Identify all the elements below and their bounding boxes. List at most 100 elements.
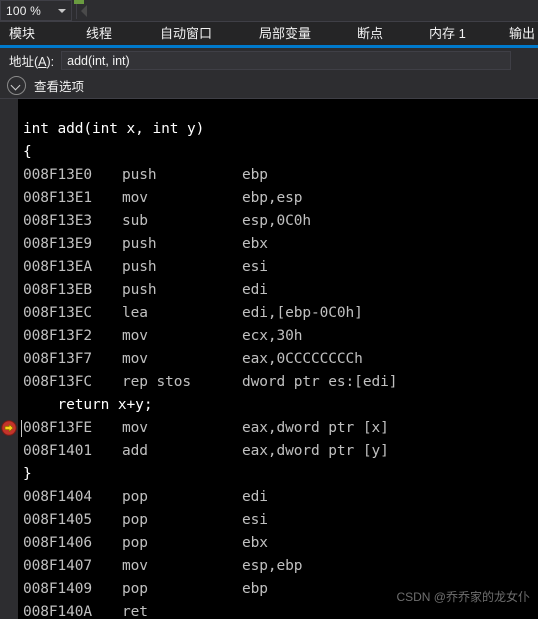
instruction-operands: esp,0C0h bbox=[242, 213, 312, 229]
disassembly-line[interactable]: 008F1405 pop esi bbox=[18, 509, 538, 532]
tab-2[interactable]: 自动窗口 bbox=[160, 22, 212, 45]
instruction-mnemonic: push bbox=[122, 282, 157, 298]
instruction-operands: esp,ebp bbox=[242, 558, 303, 574]
instruction-operands: esi bbox=[242, 259, 268, 275]
disassembly-line[interactable]: 008F13F2 mov ecx,30h bbox=[18, 325, 538, 348]
instruction-operands: esi bbox=[242, 512, 268, 528]
instruction-address: 008F13F2 bbox=[23, 328, 93, 344]
tab-6[interactable]: 输出 bbox=[509, 22, 535, 45]
instruction-mnemonic: push bbox=[122, 167, 157, 183]
instruction-mnemonic: rep stos bbox=[122, 374, 192, 390]
instruction-address: 008F13FE bbox=[23, 420, 93, 436]
address-bar: 地址(A): bbox=[0, 48, 538, 73]
grip-handle-icon[interactable] bbox=[81, 4, 87, 17]
tab-1[interactable]: 线程 bbox=[86, 22, 112, 45]
chevron-down-circle-icon[interactable] bbox=[7, 76, 26, 95]
instruction-address: 008F13F7 bbox=[23, 351, 93, 367]
code-line-list: int add(int x, int y){008F13E0 push ebp 008… bbox=[1, 99, 538, 619]
instruction-address: 008F13E9 bbox=[23, 236, 93, 252]
disassembly-line[interactable]: 008F1401 add eax,dword ptr [y] bbox=[18, 440, 538, 463]
source-line[interactable]: } bbox=[18, 463, 538, 486]
toolbar-accent-marker bbox=[74, 0, 84, 4]
disassembly-code-pane[interactable]: int add(int x, int y){008F13E0 push ebp 008… bbox=[0, 99, 538, 619]
instruction-operands: ebp bbox=[242, 167, 268, 183]
disassembly-line[interactable]: 008F13E9 push ebx bbox=[18, 233, 538, 256]
instruction-mnemonic: pop bbox=[122, 535, 148, 551]
instruction-mnemonic: mov bbox=[122, 190, 148, 206]
address-input[interactable] bbox=[61, 51, 512, 70]
disassembly-line[interactable]: 008F13FC rep stos dword ptr es:[edi] bbox=[18, 371, 538, 394]
instruction-address: 008F13EB bbox=[23, 282, 93, 298]
instruction-mnemonic: push bbox=[122, 259, 157, 275]
instruction-mnemonic: mov bbox=[122, 351, 148, 367]
disassembly-line[interactable]: 008F13EB push edi bbox=[18, 279, 538, 302]
instruction-operands: ebp bbox=[242, 581, 268, 597]
disassembly-line[interactable]: 008F13E1 mov ebp,esp bbox=[18, 187, 538, 210]
tab-5[interactable]: 内存 1 bbox=[429, 22, 466, 45]
zoom-level-combobox[interactable]: 100 % bbox=[0, 0, 72, 21]
instruction-address: 008F1409 bbox=[23, 581, 93, 597]
instruction-address: 008F1401 bbox=[23, 443, 93, 459]
disassembly-line[interactable]: 008F13E3 sub esp,0C0h bbox=[18, 210, 538, 233]
instruction-address: 008F1405 bbox=[23, 512, 93, 528]
instruction-mnemonic: mov bbox=[122, 420, 148, 436]
disassembly-line[interactable]: 008F13EA push esi bbox=[18, 256, 538, 279]
disassembly-line[interactable]: 008F1407 mov esp,ebp bbox=[18, 555, 538, 578]
disassembly-line[interactable]: 008F13F7 mov eax,0CCCCCCCCh bbox=[18, 348, 538, 371]
instruction-mnemonic: ret bbox=[122, 604, 148, 619]
instruction-mnemonic: sub bbox=[122, 213, 148, 229]
tab-0[interactable]: 模块 bbox=[9, 22, 35, 45]
source-line[interactable]: int add(int x, int y) bbox=[18, 118, 538, 141]
instruction-address: 008F13EA bbox=[23, 259, 93, 275]
disassembly-line[interactable]: 008F140A ret bbox=[18, 601, 538, 619]
disassembly-window: 100 % 模块 线程 自动窗口 局部变量 断点 内存 1 输出 地址(A): 查看选项 i… bbox=[0, 0, 538, 619]
debug-tool-tabstrip: 模块 线程 自动窗口 局部变量 断点 内存 1 输出 bbox=[0, 22, 538, 45]
disassembly-line[interactable]: 008F1409 pop ebp bbox=[18, 578, 538, 601]
tab-4[interactable]: 断点 bbox=[357, 22, 383, 45]
chevron-down-icon[interactable] bbox=[58, 8, 66, 13]
instruction-mnemonic: mov bbox=[122, 558, 148, 574]
instruction-mnemonic: add bbox=[122, 443, 148, 459]
instruction-address: 008F140A bbox=[23, 604, 93, 619]
instruction-address: 008F13E0 bbox=[23, 167, 93, 183]
disassembly-line[interactable]: 008F1404 pop edi bbox=[18, 486, 538, 509]
instruction-address: 008F1407 bbox=[23, 558, 93, 574]
disassembly-line[interactable]: 008F13EC lea edi,[ebp-0C0h] bbox=[18, 302, 538, 325]
source-line[interactable]: return x+y; bbox=[18, 394, 538, 417]
breakpoint-gutter[interactable] bbox=[0, 99, 18, 619]
tab-3[interactable]: 局部变量 bbox=[259, 22, 311, 45]
instruction-operands: ecx,30h bbox=[242, 328, 303, 344]
instruction-mnemonic: push bbox=[122, 236, 157, 252]
instruction-operands: ebp,esp bbox=[242, 190, 303, 206]
instruction-operands: eax,dword ptr [x] bbox=[242, 420, 389, 436]
instruction-operands: eax,0CCCCCCCCh bbox=[242, 351, 363, 367]
instruction-address: 008F13FC bbox=[23, 374, 93, 390]
address-label: 地址(A): bbox=[9, 55, 55, 69]
instruction-address: 008F1406 bbox=[23, 535, 93, 551]
instruction-operands: ebx bbox=[242, 535, 268, 551]
source-line[interactable]: { bbox=[18, 141, 538, 164]
instruction-operands: edi bbox=[242, 489, 268, 505]
zoom-level-value: 100 % bbox=[6, 3, 42, 18]
disassembly-line[interactable]: 008F13FE mov eax,dword ptr [x] bbox=[1, 417, 538, 440]
instruction-operands: edi,[ebp-0C0h] bbox=[242, 305, 363, 321]
instruction-address: 008F13E1 bbox=[23, 190, 93, 206]
instruction-operands: dword ptr es:[edi] bbox=[242, 374, 398, 390]
toolbar-divider bbox=[76, 2, 77, 19]
breakpoint-instruction-pointer-icon[interactable] bbox=[1, 420, 17, 436]
instruction-mnemonic: pop bbox=[122, 512, 148, 528]
instruction-address: 008F1404 bbox=[23, 489, 93, 505]
instruction-address: 008F13E3 bbox=[23, 213, 93, 229]
disassembly-line[interactable]: 008F1406 pop ebx bbox=[18, 532, 538, 555]
instruction-mnemonic: mov bbox=[122, 328, 148, 344]
instruction-operands: eax,dword ptr [y] bbox=[242, 443, 389, 459]
instruction-mnemonic: pop bbox=[122, 489, 148, 505]
view-options-label: 查看选项 bbox=[34, 80, 85, 94]
view-options-row[interactable]: 查看选项 bbox=[0, 73, 538, 99]
instruction-operands: ebx bbox=[242, 236, 268, 252]
instruction-operands: edi bbox=[242, 282, 268, 298]
text-caret bbox=[21, 420, 22, 437]
instruction-mnemonic: lea bbox=[122, 305, 148, 321]
instruction-mnemonic: pop bbox=[122, 581, 148, 597]
disassembly-line[interactable]: 008F13E0 push ebp bbox=[18, 164, 538, 187]
